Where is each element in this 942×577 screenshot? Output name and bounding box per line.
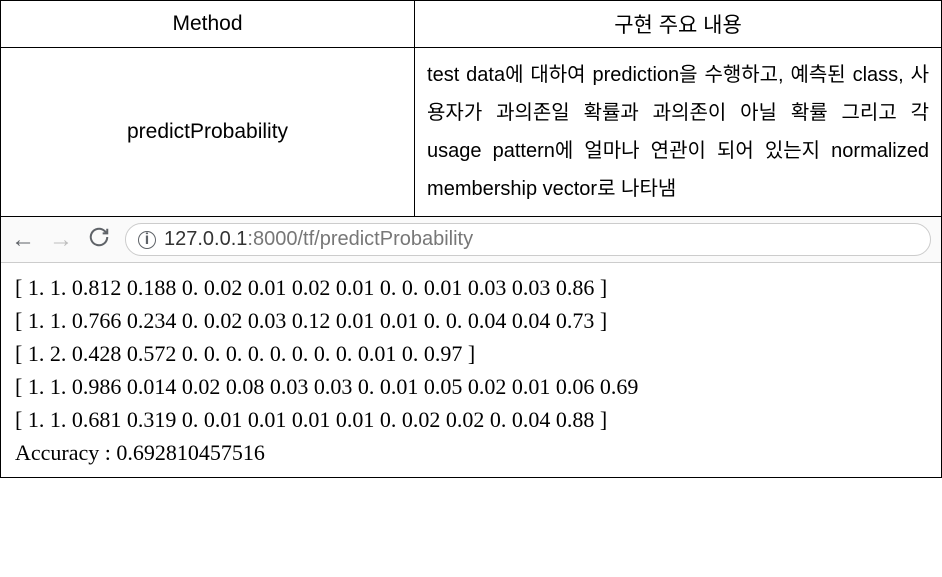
output-line: [ 1. 1. 0.766 0.234 0. 0.02 0.03 0.12 0.… (15, 304, 927, 337)
output-line: [ 1. 1. 0.812 0.188 0. 0.02 0.01 0.02 0.… (15, 271, 927, 304)
document-table: Method 구현 주요 내용 predictProbability test … (0, 0, 942, 478)
output-line: [ 1. 2. 0.428 0.572 0. 0. 0. 0. 0. 0. 0.… (15, 337, 927, 370)
url-host: 127.0.0.1 (164, 228, 247, 250)
output-line: [ 1. 1. 0.681 0.319 0. 0.01 0.01 0.01 0.… (15, 403, 927, 436)
browser-toolbar: ← → i 127.0.0.1:8000/tf/predictProbabili… (1, 217, 941, 263)
info-icon[interactable]: i (138, 231, 156, 249)
reload-icon[interactable] (87, 226, 111, 253)
url-port-path: :8000/tf/predictProbability (247, 228, 473, 250)
header-description: 구현 주요 내용 (415, 1, 942, 48)
output-line: Accuracy : 0.692810457516 (15, 436, 927, 469)
method-name-cell: predictProbability (1, 48, 415, 217)
url-bar[interactable]: i 127.0.0.1:8000/tf/predictProbability (125, 223, 931, 256)
url-text: 127.0.0.1:8000/tf/predictProbability (164, 228, 473, 251)
table-row: predictProbability test data에 대하여 predic… (1, 48, 942, 217)
browser-row: ← → i 127.0.0.1:8000/tf/predictProbabili… (1, 217, 942, 478)
browser-container: ← → i 127.0.0.1:8000/tf/predictProbabili… (1, 217, 941, 477)
header-method: Method (1, 1, 415, 48)
output-area: [ 1. 1. 0.812 0.188 0. 0.02 0.01 0.02 0.… (1, 263, 941, 477)
back-icon[interactable]: ← (11, 228, 35, 252)
method-description-cell: test data에 대하여 prediction을 수행하고, 예측된 cla… (415, 48, 942, 217)
table-header-row: Method 구현 주요 내용 (1, 1, 942, 48)
output-line: [ 1. 1. 0.986 0.014 0.02 0.08 0.03 0.03 … (15, 370, 927, 403)
forward-icon[interactable]: → (49, 228, 73, 252)
